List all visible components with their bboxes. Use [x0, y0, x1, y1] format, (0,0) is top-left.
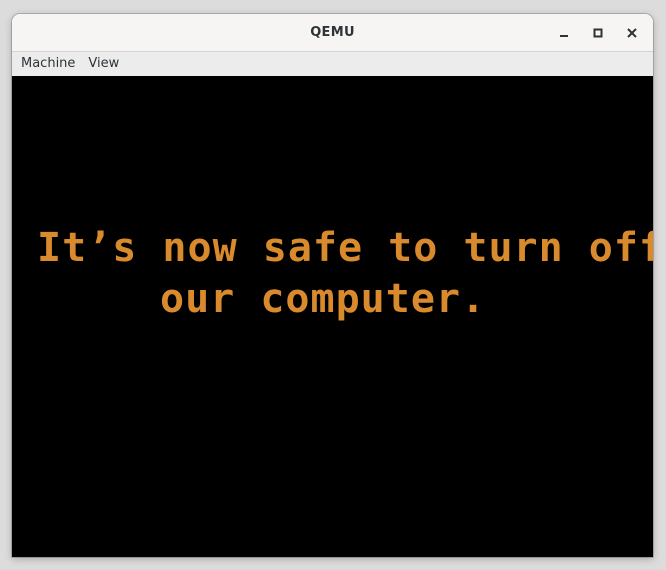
maximize-button[interactable] [585, 20, 611, 46]
maximize-icon [593, 28, 603, 38]
menu-machine[interactable]: Machine [16, 52, 83, 76]
shutdown-message-line-1: It’s now safe to turn off [37, 225, 653, 271]
shutdown-message-line-2: our computer. [160, 276, 487, 322]
menu-bar: Machine View [12, 52, 653, 77]
window-controls [551, 20, 645, 46]
menu-view[interactable]: View [83, 52, 127, 76]
close-icon [627, 28, 637, 38]
title-bar[interactable]: QEMU [12, 14, 653, 52]
minimize-icon [560, 35, 568, 37]
close-button[interactable] [619, 20, 645, 46]
minimize-button[interactable] [551, 20, 577, 46]
vm-display[interactable]: It’s now safe to turn off our computer. [12, 76, 653, 557]
qemu-window: QEMU Machine View It’s now safe to turn … [12, 14, 653, 557]
